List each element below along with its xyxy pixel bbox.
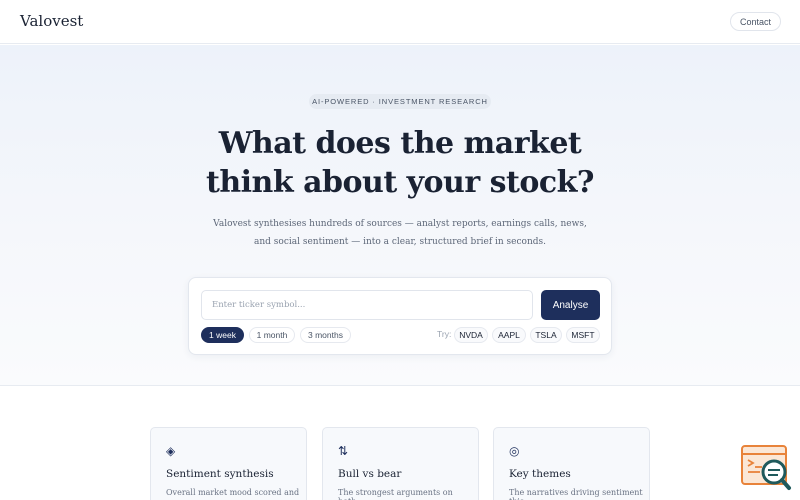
page-title: What does the market think about your st…	[150, 124, 650, 202]
ticker-search-input[interactable]	[201, 290, 533, 320]
up-down-arrows-icon: ⇅	[338, 444, 349, 458]
try-ticker-aapl[interactable]: AAPL	[492, 327, 526, 343]
feature-card-bull-bear: ⇅ Bull vs bear The strongest arguments o…	[322, 427, 479, 500]
period-1-month-button[interactable]: 1 month	[249, 327, 295, 343]
top-navigation-bar: Valovest Contact	[0, 0, 800, 44]
feature-description: The strongest arguments on both	[338, 488, 453, 500]
feature-title: Key themes	[509, 468, 571, 480]
feature-description: The narratives driving sentiment this	[509, 488, 643, 500]
feature-card-key-themes: ◎ Key themes The narratives driving sent…	[493, 427, 650, 500]
period-3-months-button[interactable]: 3 months	[300, 327, 351, 343]
page-title-line-2: think about your stock?	[205, 165, 595, 200]
code-search-icon	[741, 445, 791, 490]
feature-description: Overall market mood scored and	[166, 488, 300, 497]
feature-card-sentiment: ◈ Sentiment synthesis Overall market moo…	[150, 427, 307, 500]
tagline-pill: AI-POWERED · INVESTMENT RESEARCH	[309, 94, 491, 109]
feature-title: Sentiment synthesis	[166, 468, 274, 480]
hero-description-line-1: Valovest synthesises hundreds of sources…	[213, 219, 587, 229]
hero-description: Valovest synthesises hundreds of sources…	[200, 215, 600, 251]
hero-description-line-2: and social sentiment — into a clear, str…	[254, 237, 546, 247]
try-ticker-nvda[interactable]: NVDA	[454, 327, 488, 343]
analyse-button[interactable]: Analyse	[541, 290, 600, 320]
try-label: Try:	[437, 329, 452, 339]
target-circle-icon: ◎	[509, 444, 520, 458]
help-widget-button[interactable]	[740, 444, 792, 492]
search-card: Analyse 1 week 1 month 3 months Try: NVD…	[188, 277, 612, 355]
diamond-icon: ◈	[166, 444, 176, 458]
period-1-week-button[interactable]: 1 week	[201, 327, 244, 343]
try-ticker-tsla[interactable]: TSLA	[530, 327, 562, 343]
page-title-line-1: What does the market	[218, 126, 582, 161]
try-ticker-msft[interactable]: MSFT	[566, 327, 600, 343]
contact-button[interactable]: Contact	[730, 12, 781, 31]
logo[interactable]: Valovest	[20, 12, 83, 30]
feature-title: Bull vs bear	[338, 468, 402, 480]
